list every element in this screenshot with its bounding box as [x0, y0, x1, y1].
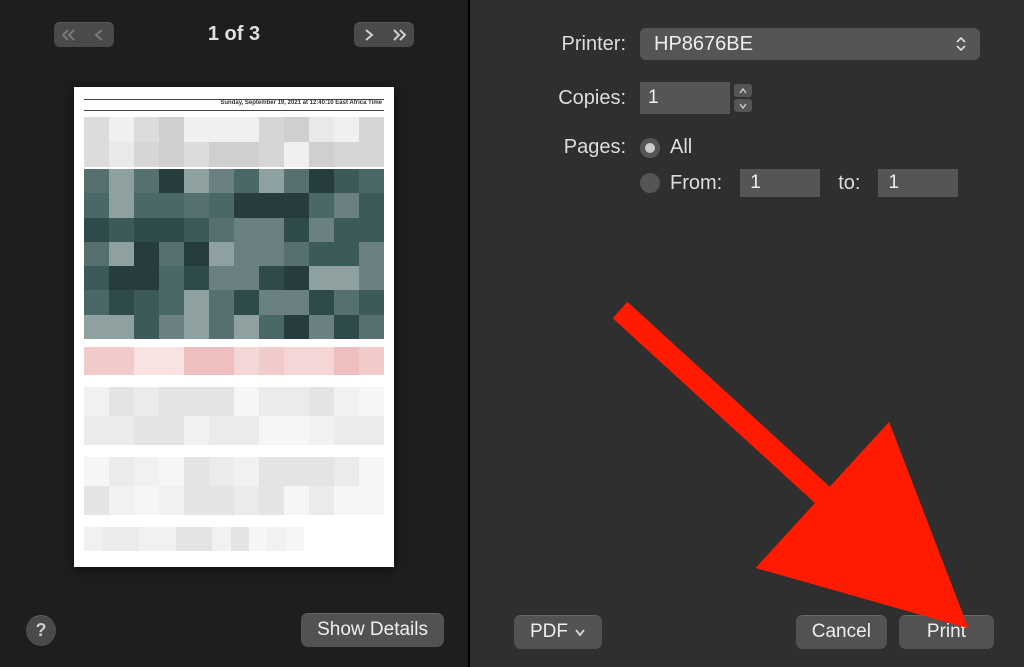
preview-pane: 1 of 3 Sunday, September 19, 2021 at 12:… — [0, 0, 470, 667]
chevrons-right-icon — [392, 29, 406, 41]
pages-all-label: All — [670, 136, 692, 159]
help-button[interactable]: ? — [26, 615, 56, 646]
document-header-date: Sunday, September 19, 2021 at 12:40:10 E… — [220, 100, 382, 106]
last-page-button[interactable] — [384, 22, 414, 47]
next-page-button[interactable] — [354, 22, 384, 47]
pages-to-label: to: — [838, 172, 860, 195]
chevron-left-icon — [94, 29, 104, 41]
pages-from-label: From: — [670, 172, 722, 195]
chevron-right-icon — [364, 29, 374, 41]
pages-to-input[interactable] — [878, 169, 958, 197]
printer-value: HP8676BE — [654, 33, 753, 56]
prev-page-button[interactable] — [84, 22, 114, 47]
page-thumbnail: Sunday, September 19, 2021 at 12:40:10 E… — [74, 87, 394, 567]
show-details-button[interactable]: Show Details — [301, 613, 444, 647]
pages-all-radio[interactable] — [640, 138, 660, 158]
stepper-up-icon[interactable] — [734, 84, 752, 97]
page-navigator: 1 of 3 — [54, 22, 414, 47]
pages-label: Pages: — [470, 136, 640, 159]
copies-stepper[interactable] — [734, 83, 752, 113]
select-chevrons-icon — [950, 33, 972, 55]
first-page-button[interactable] — [54, 22, 84, 47]
page-indicator: 1 of 3 — [208, 23, 260, 46]
cancel-button[interactable]: Cancel — [796, 615, 887, 649]
stepper-down-icon[interactable] — [734, 99, 752, 112]
pages-range-radio[interactable] — [640, 173, 660, 193]
copies-label: Copies: — [470, 87, 640, 110]
print-button[interactable]: Print — [899, 615, 994, 649]
settings-pane: Printer: HP8676BE Copies: Pages: All — [470, 0, 1024, 667]
copies-input[interactable] — [640, 82, 730, 114]
question-mark-icon: ? — [36, 620, 47, 641]
chevrons-left-icon — [62, 29, 76, 41]
pages-from-input[interactable] — [740, 169, 820, 197]
pdf-menu-button[interactable]: PDF — [514, 615, 602, 649]
printer-select[interactable]: HP8676BE — [640, 28, 980, 60]
printer-label: Printer: — [470, 33, 640, 56]
chevron-down-icon — [574, 627, 586, 637]
